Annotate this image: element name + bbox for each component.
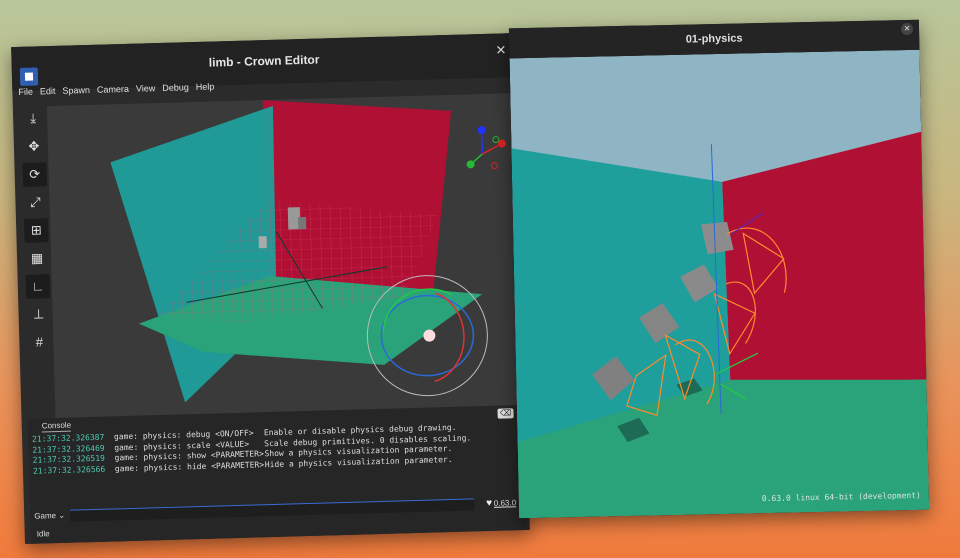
- console-log: 21:37:32.326387 game: physics: debug <ON…: [32, 422, 472, 477]
- scale-tool-button[interactable]: ⤢: [23, 190, 48, 215]
- menu-bar: File Edit Spawn Camera View Debug Help: [18, 81, 214, 96]
- local-axes-icon: ∟: [31, 278, 45, 294]
- snap-to-ground-icon: ⊥: [32, 306, 45, 322]
- menu-camera[interactable]: Camera: [97, 84, 129, 95]
- place-icon: ⤓: [30, 110, 37, 126]
- chevron-down-icon: ⌄: [58, 510, 66, 521]
- game-viewport[interactable]: 0.63.0 linux 64-bit (development): [509, 49, 930, 519]
- menu-spawn[interactable]: Spawn: [62, 85, 90, 96]
- physics-window-title: 01-physics: [685, 32, 743, 46]
- rotate-tool-button[interactable]: ⟳: [22, 162, 48, 187]
- reference-grid-icon: #: [35, 334, 44, 350]
- console-panel: Console ⌫ 21:37:32.326387 game: physics:…: [27, 404, 527, 544]
- menu-file[interactable]: File: [18, 87, 33, 97]
- move-tool-button[interactable]: ✥: [22, 134, 47, 159]
- editor-window: limb - Crown Editor ✕ File Edit Spawn Ca…: [11, 33, 530, 544]
- menu-help[interactable]: Help: [196, 81, 215, 92]
- viewport-scene: [110, 100, 507, 403]
- grid-icon: ▦: [30, 250, 44, 266]
- version-link[interactable]: 0.63.0: [494, 498, 516, 508]
- heart-icon[interactable]: ♥: [486, 498, 492, 509]
- menu-debug[interactable]: Debug: [162, 82, 189, 93]
- physics-game-window: 01-physics ✕ 0.63.0 linux 64-bit (develo…: [508, 19, 930, 519]
- axis-y-handle[interactable]: [477, 126, 486, 135]
- axis-z-neg[interactable]: [491, 162, 499, 170]
- axis-x-neg[interactable]: [492, 136, 500, 144]
- clear-console-icon[interactable]: ⌫: [497, 408, 514, 419]
- reference-grid-button[interactable]: #: [27, 330, 52, 355]
- box-object-side: [298, 216, 307, 230]
- console-target-select[interactable]: Game ⌄: [34, 511, 65, 521]
- rotate-icon: ⟳: [29, 166, 41, 182]
- console-tab[interactable]: Console: [41, 420, 72, 433]
- place-tool-button[interactable]: ⤓: [21, 106, 46, 131]
- move-icon: ✥: [28, 138, 40, 154]
- menu-view[interactable]: View: [136, 83, 156, 94]
- menu-edit[interactable]: Edit: [40, 86, 56, 96]
- game-scene: [509, 49, 930, 519]
- snap-grid-button[interactable]: ⊞: [23, 218, 49, 243]
- snap-grid-icon: ⊞: [30, 222, 42, 238]
- editor-close-icon[interactable]: ✕: [495, 42, 506, 58]
- status-bar-text: Idle: [36, 529, 50, 539]
- local-axes-button[interactable]: ∟: [25, 274, 51, 299]
- editor-viewport[interactable]: [46, 93, 524, 419]
- snap-to-ground-button[interactable]: ⊥: [26, 302, 51, 327]
- editor-window-title: limb - Crown Editor: [208, 52, 320, 70]
- console-command-input[interactable]: [70, 498, 475, 522]
- small-box: [258, 236, 267, 249]
- command-line: Game ⌄ ♥ 0.63.0: [34, 497, 520, 525]
- grid-button[interactable]: ▦: [25, 246, 50, 271]
- scale-icon: ⤢: [30, 194, 41, 210]
